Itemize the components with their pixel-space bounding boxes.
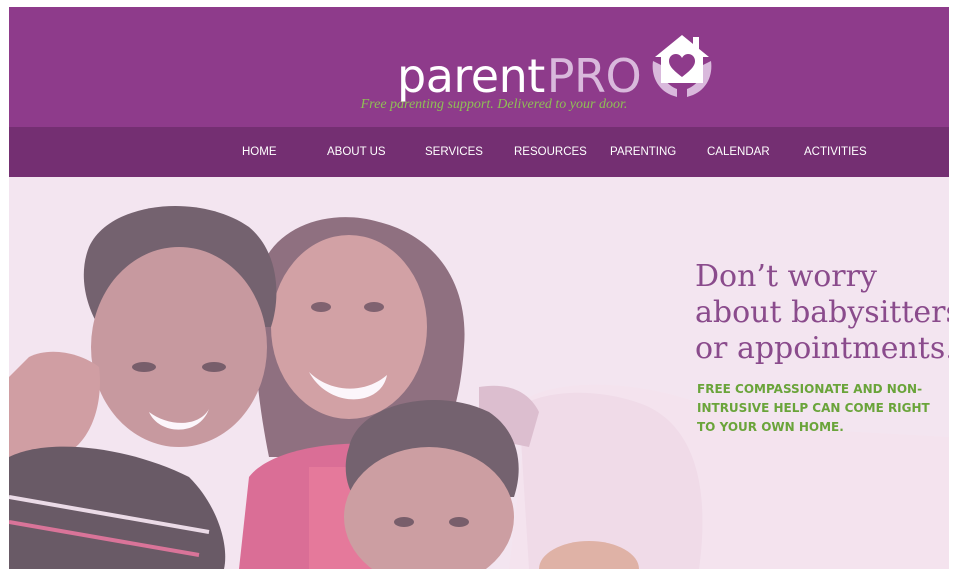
- nav-item-services[interactable]: SERVICES: [425, 127, 483, 177]
- nav-item-about-us[interactable]: ABOUT US: [327, 127, 386, 177]
- hero-subline-line: FREE COMPASSIONATE AND NON-: [697, 382, 923, 396]
- nav-item-resources[interactable]: RESOURCES: [514, 127, 587, 177]
- site-logo[interactable]: parent PRO: [397, 19, 717, 99]
- logo-word-parent: parent: [397, 49, 545, 103]
- house-heart-hands-icon: [652, 35, 712, 97]
- nav-item-parenting[interactable]: PARENTING: [610, 127, 676, 177]
- nav-item-activities[interactable]: ACTIVITIES: [804, 127, 867, 177]
- hero-subline: FREE COMPASSIONATE AND NON- INTRUSIVE HE…: [697, 380, 937, 437]
- family-photo: [9, 177, 949, 569]
- page-frame: parent PRO Free parenting support. Delive…: [9, 7, 949, 569]
- hero-subline-line: INTRUSIVE HELP CAN COME RIGHT: [697, 401, 930, 415]
- main-nav: HOME ABOUT US SERVICES RESOURCES PARENTI…: [9, 127, 949, 177]
- hero-headline: Don’t worry about babysitters or appoint…: [695, 259, 949, 367]
- logo-word-pro: PRO: [546, 49, 642, 103]
- hero-headline-line: or appointments.: [695, 331, 949, 366]
- site-header: parent PRO Free parenting support. Delive…: [9, 7, 949, 127]
- hero-headline-line: Don’t worry: [695, 259, 877, 294]
- tagline: Free parenting support. Delivered to you…: [360, 97, 628, 112]
- hero-banner: Don’t worry about babysitters or appoint…: [9, 177, 949, 569]
- hero-headline-line: about babysitters: [695, 295, 949, 330]
- hero-subline-line: TO YOUR OWN HOME.: [697, 420, 844, 434]
- nav-item-home[interactable]: HOME: [242, 127, 277, 177]
- nav-item-calendar[interactable]: CALENDAR: [707, 127, 770, 177]
